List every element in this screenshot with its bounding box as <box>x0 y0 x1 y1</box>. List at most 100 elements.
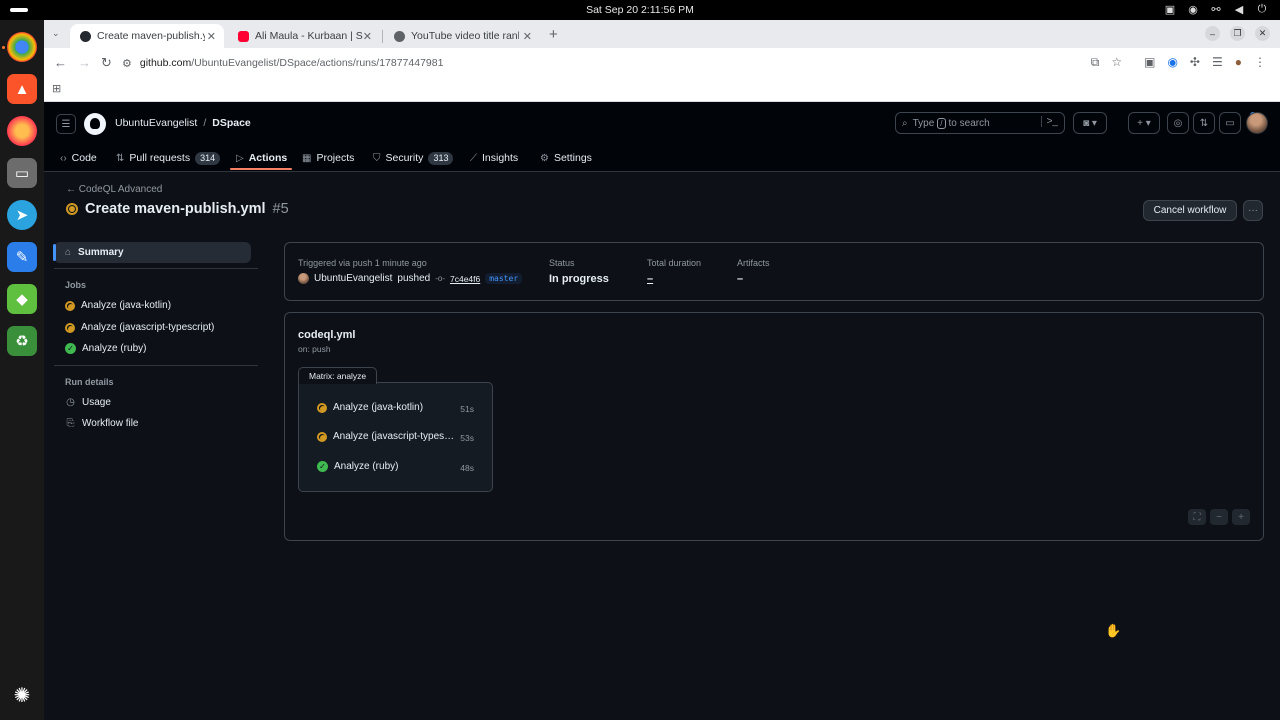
tab-search-button[interactable]: ⌄ <box>52 28 60 39</box>
copilot-button[interactable]: ◙ ▾ <box>1073 112 1107 134</box>
github-logo-icon[interactable] <box>84 113 106 135</box>
graph-job-ruby[interactable]: ✓ Analyze (ruby) <box>317 461 458 472</box>
extension-icon[interactable]: ▣ <box>1144 55 1155 70</box>
status-value: In progress <box>549 273 609 285</box>
volume-icon[interactable]: ◀ <box>1233 3 1245 16</box>
sidebar-item-summary[interactable]: ⌂ Summary <box>53 242 251 263</box>
job-label: Analyze (java-kotlin) <box>333 402 424 413</box>
tab-pull-requests[interactable]: ⇅ Pull requests 314 <box>116 148 221 168</box>
chrome-icon[interactable]: ◉ <box>1187 3 1199 16</box>
fullscreen-icon[interactable]: ⛶ <box>1188 509 1206 525</box>
close-icon[interactable]: ✕ <box>363 30 372 43</box>
sidebar-job-javascript-typescript[interactable]: Analyze (javascript-typescript) <box>65 322 214 333</box>
tab-code[interactable]: ‹› Code <box>60 148 97 168</box>
tab-github-run[interactable]: Create maven-publish.ym ✕ <box>70 24 224 48</box>
profile-avatar-icon[interactable]: ● <box>1235 55 1242 70</box>
graph-zoom-controls: ⛶ − + <box>1188 509 1250 525</box>
forward-arrow-icon[interactable]: → <box>78 55 91 70</box>
trash-app-icon[interactable]: ♻ <box>7 326 37 356</box>
back-arrow-icon[interactable]: ← <box>54 55 67 70</box>
text-editor-app-icon[interactable]: ✎ <box>7 242 37 272</box>
search-input[interactable]: ⌕ Type / to search >_ <box>895 112 1065 134</box>
zoom-in-icon[interactable]: + <box>1232 509 1250 525</box>
user-avatar[interactable] <box>1246 112 1268 134</box>
site-info-icon[interactable]: ⚙ <box>122 57 132 70</box>
close-icon[interactable]: ✕ <box>207 30 216 43</box>
jobs-heading: Jobs <box>65 280 87 290</box>
puzzle-icon[interactable]: ✣ <box>1190 55 1200 70</box>
issues-button[interactable]: ◎ <box>1167 112 1189 134</box>
reading-list-icon[interactable]: ☰ <box>1212 55 1223 70</box>
minimize-button[interactable]: – <box>1205 26 1220 41</box>
commit-link[interactable]: 7c4e4f6 <box>450 274 480 284</box>
address-bar[interactable]: ⚙ github.com/UbuntuEvangelist/DSpace/act… <box>122 52 1122 74</box>
status-label: Status <box>549 258 575 268</box>
ubuntu-app-grid-icon[interactable]: ✺ <box>7 680 37 710</box>
cast-icon[interactable]: ⧉ <box>1091 55 1100 70</box>
branch-tag[interactable]: master <box>485 273 523 284</box>
power-icon[interactable]: ⏻ <box>1256 3 1268 16</box>
close-icon[interactable]: ✕ <box>523 30 532 43</box>
create-new-button[interactable]: + ▾ <box>1128 112 1160 134</box>
brave-app-icon[interactable]: ▲ <box>7 74 37 104</box>
close-window-button[interactable]: ✕ <box>1255 26 1270 41</box>
telegram-app-icon[interactable]: ➤ <box>7 200 37 230</box>
tab-youtube-music[interactable]: Ali Maula - Kurbaan | Sal ✕ <box>228 24 380 48</box>
sidebar-job-java-kotlin[interactable]: Analyze (java-kotlin) <box>65 300 171 311</box>
graph-job-javascript-typescript[interactable]: Analyze (javascript-typescript) <box>317 431 457 442</box>
extension-blue-icon[interactable]: ◉ <box>1167 55 1177 70</box>
more-options-button[interactable]: ··· <box>1243 200 1263 221</box>
repo-link[interactable]: DSpace <box>212 117 251 129</box>
game-app-icon[interactable]: ◆ <box>7 284 37 314</box>
sidebar-item-usage[interactable]: ◷ Usage <box>65 397 111 408</box>
camera-icon[interactable]: ▣ <box>1164 3 1176 16</box>
command-palette-icon[interactable]: >_ <box>1040 116 1058 127</box>
chrome-app-icon[interactable] <box>7 32 37 62</box>
os-clock[interactable]: Sat Sep 20 2:11:56 PM <box>0 4 1280 16</box>
back-to-workflow-link[interactable]: ← CodeQL Advanced <box>66 184 162 195</box>
menu-kebab-icon[interactable]: ⋮ <box>1254 55 1266 70</box>
files-app-icon[interactable]: ▭ <box>7 158 37 188</box>
sidebar-job-ruby[interactable]: ✓ Analyze (ruby) <box>65 343 146 354</box>
pull-requests-button[interactable]: ⇅ <box>1193 112 1215 134</box>
arrow-left-icon: ← <box>66 184 76 195</box>
network-icon[interactable]: ⚯ <box>1210 3 1222 16</box>
tab-youtube-rank[interactable]: YouTube video title rank ✕ <box>384 24 540 48</box>
actor-link[interactable]: UbuntuEvangelist <box>314 273 392 284</box>
tab-settings[interactable]: ⚙ Settings <box>540 148 592 168</box>
system-tray[interactable]: ▣ ◉ ⚯ ◀ ⏻ <box>1164 3 1268 16</box>
tab-insights[interactable]: ⟋ Insights <box>470 148 518 168</box>
reload-icon[interactable]: ↻ <box>101 55 112 71</box>
github-header: ☰ UbuntuEvangelist / DSpace ⌕ Type / to … <box>44 102 1280 172</box>
inbox-button[interactable]: ▭ <box>1219 112 1241 134</box>
search-icon: ⌕ <box>902 117 908 129</box>
graph-job-java-kotlin[interactable]: Analyze (java-kotlin) <box>317 402 457 413</box>
divider <box>54 268 258 269</box>
sidebar-item-label: Usage <box>82 397 111 408</box>
new-tab-button[interactable]: + <box>549 26 558 43</box>
tab-projects[interactable]: ▦ Projects <box>302 148 354 168</box>
firefox-app-icon[interactable] <box>7 116 37 146</box>
in-progress-icon <box>317 402 327 413</box>
workflow-file-name: codeql.yml <box>298 329 356 341</box>
toolbar-actions: ⧉ ☆ ▣ ◉ ✣ ☰ ● ⋮ <box>1091 55 1266 70</box>
hand-cursor-icon: ✋ <box>1105 623 1122 638</box>
commit-icon: -o- <box>435 274 445 283</box>
tab-title: YouTube video title rank <box>411 30 519 42</box>
sidebar-item-workflow-file[interactable]: ⎘ Workflow file <box>65 418 139 429</box>
run-number: #5 <box>272 201 289 217</box>
tab-label: Projects <box>316 152 355 164</box>
tab-security[interactable]: ⛉ Security 313 <box>373 148 454 168</box>
maximize-button[interactable]: ❐ <box>1230 26 1245 41</box>
action-text: pushed <box>397 273 431 284</box>
artifacts-label: Artifacts <box>737 258 770 268</box>
menu-icon[interactable]: ☰ <box>56 114 76 134</box>
tab-actions[interactable]: ▷ Actions <box>236 148 287 168</box>
bookmark-star-icon[interactable]: ☆ <box>1111 55 1122 70</box>
zoom-out-icon[interactable]: − <box>1210 509 1228 525</box>
job-duration: 51s <box>460 404 474 414</box>
cancel-workflow-button[interactable]: Cancel workflow <box>1143 200 1237 221</box>
owner-link[interactable]: UbuntuEvangelist <box>115 117 197 129</box>
apps-grid-icon[interactable]: ⊞ <box>52 82 61 95</box>
duration-value[interactable]: – <box>647 273 653 285</box>
